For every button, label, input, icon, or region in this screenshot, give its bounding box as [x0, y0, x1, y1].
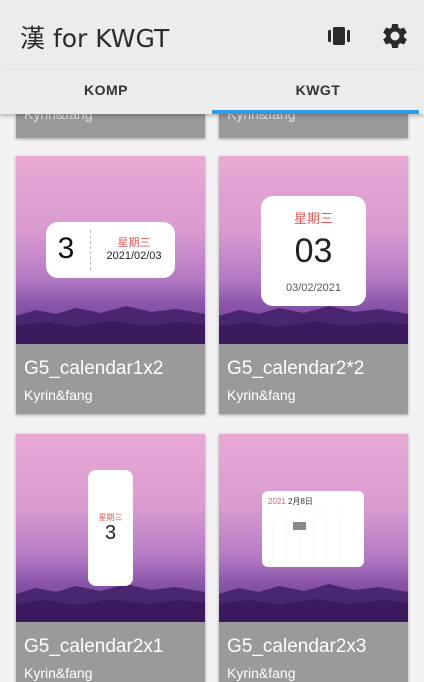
calendar-month-grid-icon: · · · · · · · · · · · · · · · · · · · · · · · · · · · · · · · · · · · …	[271, 508, 355, 558]
day-number: 3	[104, 522, 117, 544]
app-title: 漢 for KWGT	[20, 24, 170, 53]
widget-author: Kyrin&fang	[227, 114, 296, 122]
widget-author: Kyrin&fang	[227, 387, 296, 403]
widget-preview: 2021 2月8日 · · · · · · · · · · · · · · · · · · · · · · · · · · ·…	[219, 434, 408, 622]
widget-preview: 3 星期三 2021/02/03	[16, 156, 205, 344]
widget-card-calendar2x3[interactable]: 2021 2月8日 · · · · · · · · · · · · · · · · · · · · · · · · · · ·…	[219, 434, 408, 682]
mountain-silhouette	[16, 306, 205, 344]
calendar-widget-2x3: 2021 2月8日 · · · · · · · · · · · · · · · · · · · · · · · · · · ·…	[262, 491, 364, 567]
widget-card-calendar1x2[interactable]: 3 星期三 2021/02/03 G5_calendar1x2 Kyrin&fa…	[16, 156, 205, 414]
widget-card-calendar2x2[interactable]: 2 4 星期三 03 03/02/2021 G5_calendar2*2 Kyr…	[219, 156, 408, 414]
calendar-widget-2x2: 星期三 03 03/02/2021	[261, 196, 366, 306]
calendar-widget-2x1: 星期三 3	[88, 470, 133, 586]
widget-name: G5_calendar1x2	[24, 358, 164, 379]
active-tab-indicator	[212, 110, 419, 114]
date-label: 2021/02/03	[106, 250, 162, 262]
weekday-label: 星期三	[117, 237, 151, 249]
widget-author: Kyrin&fang	[24, 114, 93, 122]
widget-card-partial[interactable]: Kyrin&fang	[16, 114, 205, 138]
widget-author: Kyrin&fang	[24, 665, 93, 681]
tab-bar: KOMP KWGT	[0, 70, 424, 114]
mountain-silhouette	[219, 584, 408, 622]
calendar-header: 2021 2月8日	[268, 496, 313, 507]
widget-card-calendar2x1[interactable]: 星期三 3 G5_calendar2x1 Kyrin&fang	[16, 434, 205, 682]
widget-name: G5_calendar2x3	[227, 636, 367, 657]
settings-gear-icon[interactable]	[380, 21, 410, 51]
app-bar: 漢 for KWGT	[0, 0, 424, 70]
calendar-month-day: 2月8日	[288, 497, 313, 506]
calendar-year: 2021	[268, 497, 286, 506]
widget-card-partial[interactable]: Kyrin&fang	[219, 114, 408, 138]
calendar-widget-1x2: 3 星期三 2021/02/03	[46, 222, 175, 278]
widget-author: Kyrin&fang	[24, 387, 93, 403]
day-number: 3	[57, 232, 75, 265]
date-label: 03/02/2021	[285, 282, 342, 294]
weekday-label: 星期三	[293, 211, 333, 226]
widget-name: G5_calendar2x1	[24, 636, 164, 657]
mountain-silhouette	[219, 306, 408, 344]
day-number: 03	[294, 232, 333, 270]
divider	[90, 230, 91, 270]
widget-preview: 星期三 3	[16, 434, 205, 622]
widget-grid[interactable]: Kyrin&fang Kyrin&fang 3 星期三 2021/02/03 G…	[0, 114, 424, 682]
widgets-icon[interactable]	[324, 21, 354, 51]
widget-preview: 2 4 星期三 03 03/02/2021	[219, 156, 408, 344]
tab-kwgt[interactable]: KWGT	[212, 70, 424, 114]
widget-author: Kyrin&fang	[227, 665, 296, 681]
tab-komp[interactable]: KOMP	[0, 70, 212, 114]
widget-name: G5_calendar2*2	[227, 358, 365, 379]
